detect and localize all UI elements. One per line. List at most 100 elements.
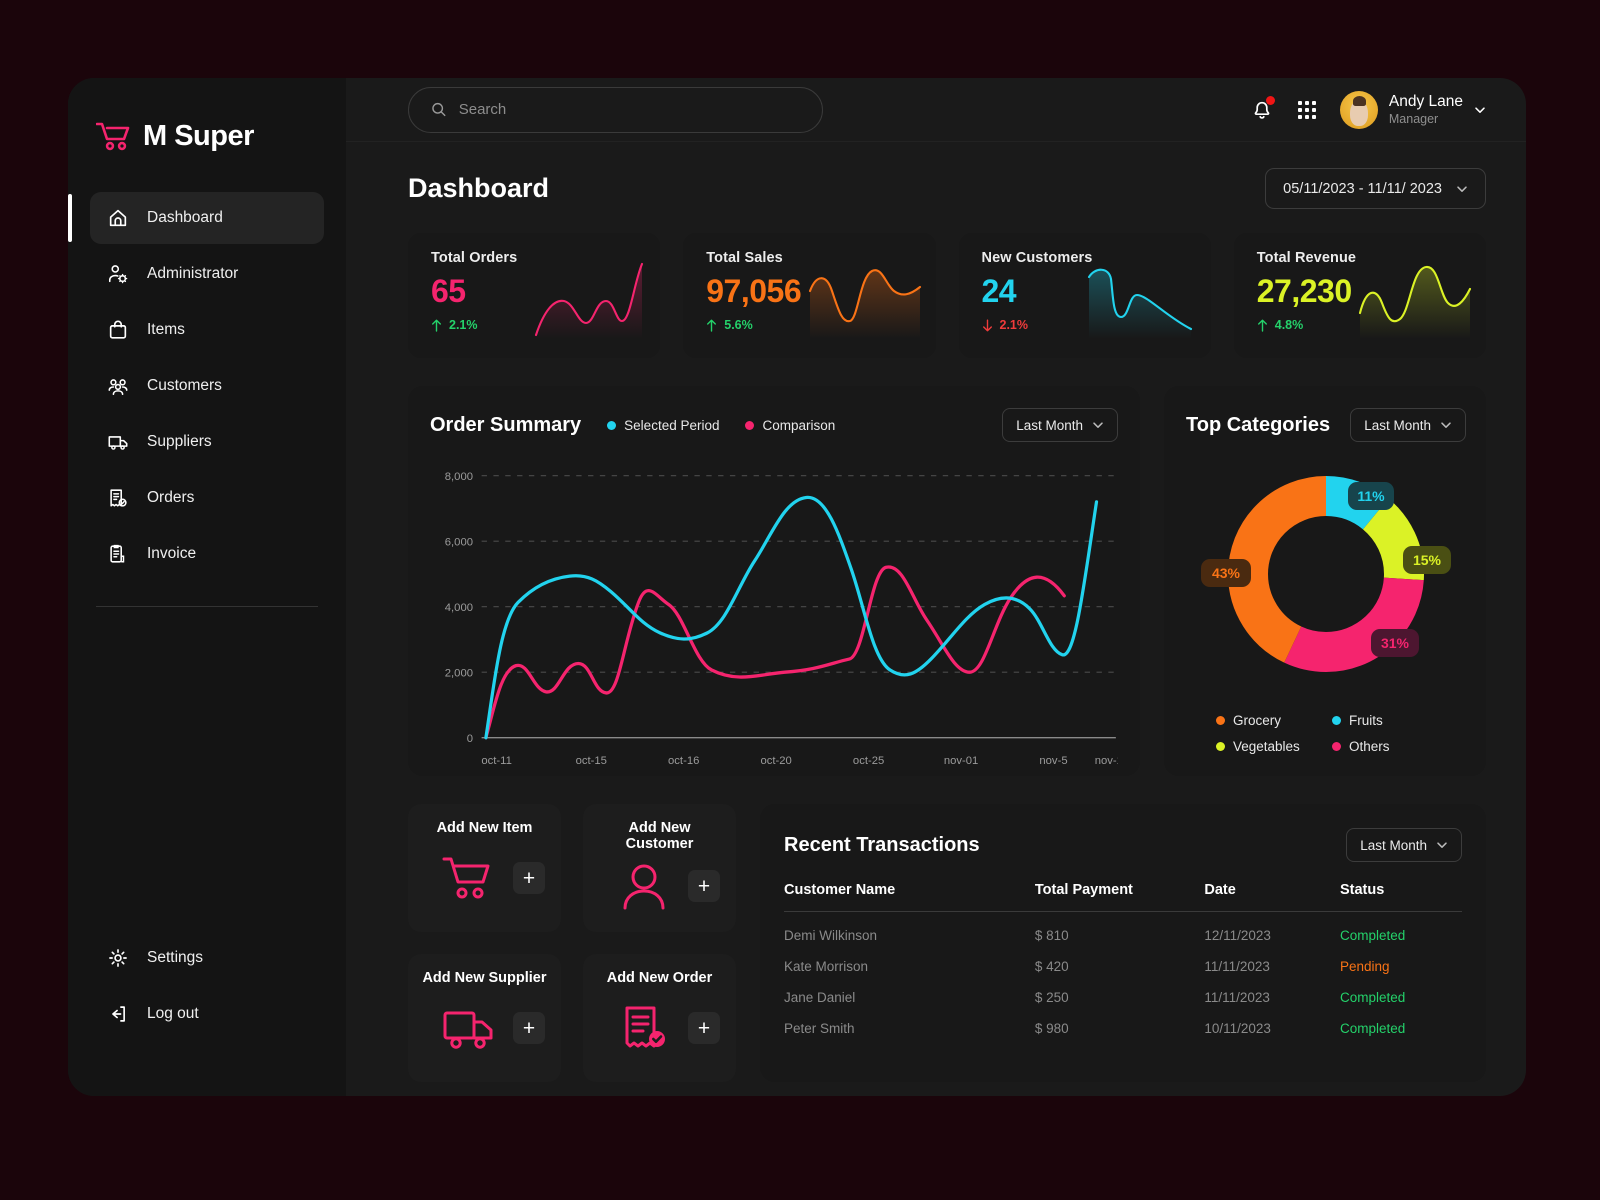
table-row[interactable]: Demi Wilkinson $ 810 12/11/2023 Complete…: [784, 912, 1462, 943]
sidebar-item-settings[interactable]: Settings: [90, 932, 324, 984]
chevron-down-icon: [1437, 842, 1447, 848]
recent-transactions-title: Recent Transactions: [784, 833, 980, 856]
sidebar-item-suppliers[interactable]: Suppliers: [90, 416, 324, 468]
svg-text:43%: 43%: [1212, 565, 1241, 581]
user-role: Manager: [1388, 112, 1439, 127]
recent-transactions-filter[interactable]: Last Month: [1346, 828, 1462, 862]
gear-icon: [109, 949, 127, 967]
search-input[interactable]: [458, 101, 800, 118]
order-summary-header: Order Summary Selected Period Comparison: [430, 408, 1118, 442]
svg-text:nov-5: nov-5: [1039, 755, 1067, 767]
bag-icon: [109, 320, 127, 339]
page-title: Dashboard: [408, 173, 550, 203]
sidebar-item-customers[interactable]: Customers: [90, 360, 324, 412]
brand-logo[interactable]: M Super: [68, 104, 346, 168]
stat-card-total-revenue[interactable]: Total Revenue 27,230 4.8%: [1233, 233, 1486, 358]
legend-label: Fruits: [1349, 713, 1383, 728]
sidebar-item-label: Items: [147, 321, 185, 338]
stat-delta-value: 2.1%: [449, 318, 478, 332]
grid-apps-icon[interactable]: [1297, 100, 1316, 119]
column-header-total-payment: Total Payment: [1034, 882, 1205, 912]
user-menu[interactable]: Andy Lane Manager: [1339, 90, 1486, 129]
search-box[interactable]: [408, 86, 823, 133]
svg-text:oct-11: oct-11: [481, 755, 511, 767]
table-row[interactable]: Kate Morrison $ 420 11/11/2023 Pending: [784, 943, 1462, 974]
add-button[interactable]: +: [688, 1012, 720, 1044]
truck-icon: [443, 1011, 492, 1049]
stat-card-total-orders[interactable]: Total Orders 65 2.1%: [408, 233, 661, 358]
avatar: [1339, 90, 1378, 129]
cell-date: 11/11/2023: [1204, 959, 1270, 974]
svg-text:0: 0: [467, 733, 473, 745]
legend-item-fruits: Fruits: [1332, 713, 1440, 728]
table-row[interactable]: Jane Daniel $ 250 11/11/2023 Completed: [784, 974, 1462, 1005]
cell-customer-name: Jane Daniel: [784, 990, 856, 1005]
sidebar-item-dashboard[interactable]: Dashboard: [68, 192, 324, 244]
table-row[interactable]: Peter Smith $ 980 10/11/2023 Completed: [784, 1005, 1462, 1036]
order-summary-filter[interactable]: Last Month: [1002, 408, 1118, 442]
sidebar: M Super Dashboard Administrator Items Cu…: [68, 78, 346, 1096]
legend-label: Others: [1349, 739, 1390, 754]
shopping-cart-icon: [442, 857, 489, 899]
cell-total-payment: $ 420: [1034, 959, 1069, 974]
stat-delta-value: 5.6%: [724, 318, 753, 332]
action-body: +: [422, 836, 547, 920]
sidebar-item-logout[interactable]: Log out: [90, 988, 324, 1040]
status-badge: Pending: [1339, 959, 1390, 974]
cell-total-payment: $ 250: [1034, 990, 1069, 1005]
chevron-down-icon: [1441, 422, 1451, 428]
topbar-actions: Andy Lane Manager: [1250, 90, 1486, 129]
legend-dot: [1216, 742, 1225, 751]
cell-customer-name: Kate Morrison: [784, 959, 869, 974]
stat-delta-value: 2.1%: [999, 318, 1029, 332]
stat-cards: Total Orders 65 2.1% Total Sales 97,056 …: [408, 233, 1486, 358]
notifications-button[interactable]: [1250, 95, 1275, 123]
cell-date: 12/11/2023: [1204, 928, 1271, 943]
order-summary-chart: 8,000 6,000 4,000 2,000 0 oct-11 oct-15 …: [430, 456, 1129, 779]
donut-label-grocery: 43%: [1201, 558, 1251, 587]
svg-text:oct-16: oct-16: [668, 755, 699, 767]
table-header-row: Customer Name Total Payment Date Status: [784, 882, 1462, 912]
sidebar-item-orders[interactable]: Orders: [90, 472, 324, 524]
order-check-icon: [110, 489, 127, 507]
transactions-table: Customer Name Total Payment Date Status …: [784, 882, 1462, 1036]
add-button[interactable]: +: [513, 862, 545, 894]
action-body: +: [422, 986, 547, 1070]
add-new-supplier-card[interactable]: Add New Supplier +: [408, 954, 561, 1082]
status-badge: Completed: [1339, 990, 1406, 1005]
logout-icon: [112, 1006, 125, 1022]
column-header-customer-name: Customer Name: [784, 882, 1035, 912]
status-badge: Completed: [1339, 1021, 1406, 1036]
donut-label-vegetables: 15%: [1403, 545, 1451, 574]
cell-total-payment: $ 980: [1034, 1021, 1069, 1036]
add-new-item-card[interactable]: Add New Item +: [408, 804, 561, 932]
add-button[interactable]: +: [688, 870, 720, 902]
legend-dot: [1216, 716, 1225, 725]
svg-text:15%: 15%: [1413, 552, 1442, 568]
line-chart-svg: 8,000 6,000 4,000 2,000 0 oct-11 oct-15 …: [445, 471, 1129, 767]
svg-text:6,000: 6,000: [445, 536, 473, 548]
stat-card-total-sales[interactable]: Total Sales 97,056 5.6%: [683, 233, 936, 358]
arrow-down-icon: [982, 319, 992, 331]
order-summary-card: Order Summary Selected Period Comparison: [408, 386, 1140, 776]
legend-label: Grocery: [1233, 713, 1282, 728]
legend-item-vegetables: Vegetables: [1216, 739, 1324, 754]
date-range-picker[interactable]: 05/11/2023 - 11/11/ 2023: [1265, 168, 1486, 209]
top-categories-filter[interactable]: Last Month: [1350, 408, 1466, 442]
add-button[interactable]: +: [513, 1012, 545, 1044]
filter-value: Last Month: [1016, 417, 1083, 433]
sidebar-item-invoice[interactable]: Invoice: [90, 528, 324, 580]
sidebar-item-items[interactable]: Items: [90, 304, 324, 356]
recent-transactions-card: Recent Transactions Last Month Customer …: [760, 804, 1486, 1082]
sidebar-item-administrator[interactable]: Administrator: [90, 248, 324, 300]
top-categories-card: Top Categories Last Month 11% 15% 31% 43…: [1164, 386, 1486, 776]
stat-card-new-customers[interactable]: New Customers 24 2.1%: [958, 233, 1211, 358]
main-area: Andy Lane Manager Dashboard 05/11/2023 -…: [346, 78, 1526, 1096]
recent-transactions-header: Recent Transactions Last Month: [784, 828, 1462, 862]
donut-label-fruits: 11%: [1348, 481, 1394, 510]
add-new-order-card[interactable]: Add New Order +: [583, 954, 736, 1082]
legend-dot: [607, 420, 617, 430]
add-new-customer-card[interactable]: Add New Customer +: [583, 804, 736, 932]
status-badge: Completed: [1339, 928, 1406, 943]
sparkline-total-revenue: [1358, 265, 1472, 339]
